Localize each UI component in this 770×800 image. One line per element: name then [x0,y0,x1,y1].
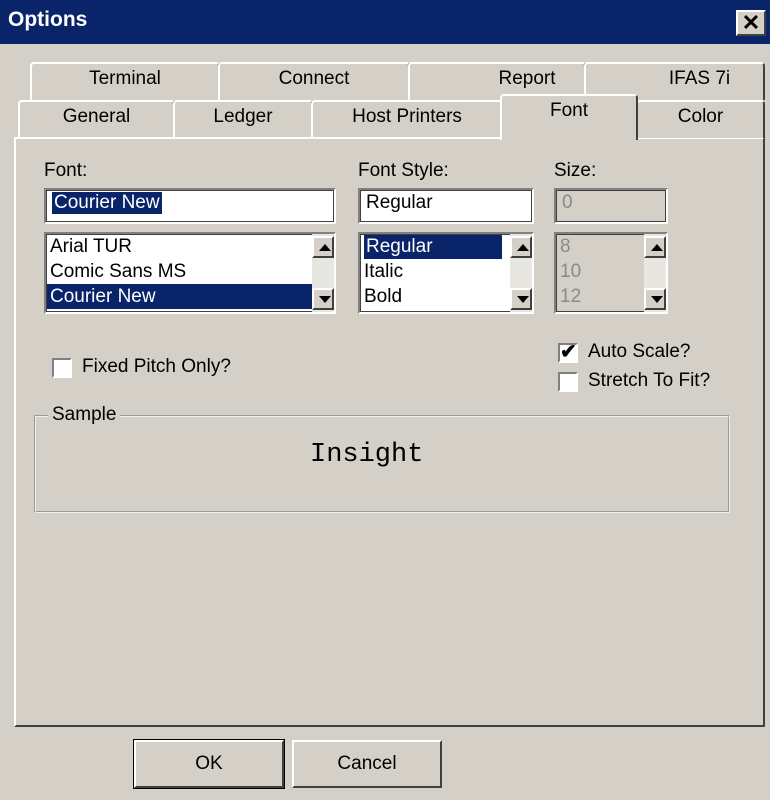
font-list-item[interactable]: Arial TUR [46,234,334,259]
font-list[interactable]: Arial TUR Comic Sans MS Courier New [44,232,336,314]
close-button[interactable]: ✕ [736,10,766,36]
scroll-down-icon [517,296,529,303]
sample-text: Insight [310,440,424,470]
tab-ledger[interactable]: Ledger [173,100,313,138]
size-input[interactable]: 0 [554,188,668,224]
tab-connect[interactable]: Connect [218,62,410,100]
tab-color[interactable]: Color [636,100,765,138]
tab-general[interactable]: General [18,100,175,138]
scroll-down-button[interactable] [312,288,334,310]
font-style-list-item[interactable]: Italic [360,259,532,284]
scroll-down-icon [651,296,663,303]
tab-font[interactable]: Font [500,94,638,140]
font-list-item-selected[interactable]: Courier New [46,284,334,309]
tab-host-printers[interactable]: Host Printers [311,100,503,138]
stretch-to-fit-label[interactable]: Stretch To Fit? [588,370,710,392]
title-bar [0,0,770,44]
auto-scale-checkbox[interactable]: ✔ [558,341,578,363]
fixed-pitch-label[interactable]: Fixed Pitch Only? [82,356,231,378]
size-list[interactable]: 8 10 12 [554,232,668,314]
font-style-list-scrollbar[interactable] [510,234,532,312]
scroll-up-button[interactable] [510,236,532,258]
auto-scale-label[interactable]: Auto Scale? [588,341,690,363]
font-style-input-value: Regular [366,192,433,213]
sample-group-label: Sample [48,404,121,426]
ok-button[interactable]: OK [133,739,285,789]
font-style-label: Font Style: [358,160,449,181]
font-style-list-item-selected[interactable]: Regular [360,234,532,259]
scroll-up-icon [517,244,529,251]
scroll-up-icon [319,244,331,251]
font-style-list-item[interactable]: Bold [360,284,532,309]
scroll-up-icon [651,244,663,251]
scroll-down-icon [319,296,331,303]
tab-terminal[interactable]: Terminal [30,62,220,100]
checkmark-icon: ✔ [560,341,577,363]
window-title: Options [8,8,88,31]
font-label: Font: [44,160,88,181]
scroll-up-button[interactable] [312,236,334,258]
font-input[interactable]: Courier New [44,188,336,224]
fixed-pitch-checkbox[interactable] [52,358,72,378]
cancel-button[interactable]: Cancel [292,740,442,788]
size-label: Size: [554,160,597,181]
font-input-value: Courier New [52,192,162,214]
close-icon: ✕ [741,10,761,35]
scroll-down-button[interactable] [644,288,666,310]
size-input-value: 0 [562,192,573,213]
scroll-up-button[interactable] [644,236,666,258]
font-style-list[interactable]: Regular Italic Bold [358,232,534,314]
font-list-item[interactable]: Comic Sans MS [46,259,334,284]
stretch-to-fit-checkbox[interactable] [558,372,578,392]
size-list-scrollbar[interactable] [644,234,666,312]
font-style-input[interactable]: Regular [358,188,534,224]
font-list-scrollbar[interactable] [312,234,334,312]
scroll-down-button[interactable] [510,288,532,310]
